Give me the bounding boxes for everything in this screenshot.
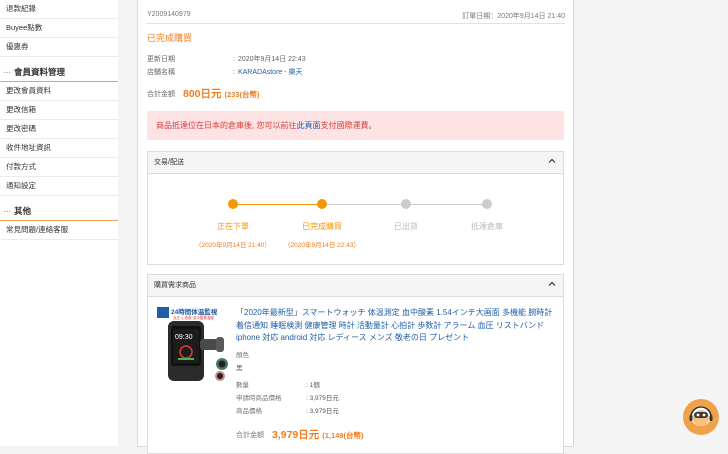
qty-row: 數量 : 1個 [236,382,320,389]
trade-shipping-panel: 交易/配送 正在下單 （2020年9月14日 21:40） 已完成購買 （2020年9… [147,151,564,265]
chat-support-icon [684,400,718,434]
color-value-row: 黑 [236,362,243,372]
price-row: 商品價格 : 3,979日元 [236,408,339,415]
order-total-row: 合計金額 800日元 (233(台幣) [147,88,259,100]
store-link[interactable]: KARADAstore - 樂天 [238,69,303,76]
update-date-label: 更新日期 [147,56,175,63]
purchase-item-panel: 購買需求商品 24時間体温監視 血圧·心拍数·血中酸素濃度 09:30 「202… [147,274,564,454]
update-date-row: 更新日期 :2020年9月14日 22:43 [147,56,306,63]
trade-panel-header[interactable]: 交易/配送 [148,152,563,174]
progress-step-label: 已出貨 [394,222,418,231]
update-date-value: 2020年9月14日 22:43 [237,56,306,63]
progress-track-segment [322,204,406,205]
chevron-up-icon[interactable] [548,152,556,173]
progress-step-date: （2020年9月14日 22:43） [284,242,360,249]
item-panel-title: 購買需求商品 [154,282,196,289]
member-section-title: 會員資料管理 [14,67,66,77]
item-total-label: 合計金額 [236,432,264,439]
order-total-twd: (233(台幣) [224,90,260,99]
sidebar-item-edit-profile[interactable]: 更改會員資料 [0,82,118,101]
notice-link[interactable]: 此頁面 [296,121,320,130]
notice-text-end: 支付國際運費。 [320,121,377,130]
chat-support-button[interactable] [683,399,719,435]
product-image[interactable]: 24時間体温監視 血圧·心拍数·血中酸素濃度 09:30 [156,306,229,384]
sidebar-item-buyee-points[interactable]: Buyee點數 [0,19,118,38]
order-date-label: 訂單日期 [462,13,491,20]
dots-icon: ··· [4,70,11,77]
progress-step-label: 抵達倉庫 [471,222,503,231]
price-label: 商品價格 [236,408,262,415]
color-value: 黑 [236,365,243,372]
sidebar-item-refund-history[interactable]: 退款紀錄 [0,0,118,19]
request-price-label: 申請時商品價格 [236,395,282,402]
sidebar-item-faq-contact[interactable]: 常見問題/連絡客服 [0,221,118,240]
dots-icon: ··· [4,209,11,216]
item-panel-header[interactable]: 購買需求商品 [148,275,563,297]
member-section-heading: ··· 會員資料管理 [0,63,118,82]
progress-step-dot [228,199,238,209]
progress-step-label: 正在下單 [217,222,249,231]
request-price-value: 3,979日元 [309,395,339,402]
store-row: 店舗名稱 : KARADAstore - 樂天 [147,69,303,76]
sidebar-item-payment-method[interactable]: 付款方式 [0,158,118,177]
other-section-title: 其他 [14,206,32,216]
warehouse-notice: 商品抵達位在日本的倉庫後, 您可以前往此頁面支付國際運費。 [147,111,564,140]
trade-panel-title: 交易/配送 [154,159,184,166]
color-row: 顏色 [236,349,249,359]
item-total-jpy: 3,979日元 [272,429,320,441]
divider [146,23,565,24]
other-section-heading: ··· 其他 [0,202,118,221]
progress-step-label: 已完成購買 [302,222,342,231]
sidebar-item-notification-settings[interactable]: 通知設定 [0,177,118,196]
order-date-value: 2020年9月14日 21:40 [497,13,565,20]
chevron-up-icon[interactable] [548,275,556,296]
qty-value: 1個 [309,382,320,389]
order-total-jpy: 800日元 [183,88,222,100]
price-value: 3,979日元 [309,408,339,415]
order-id: Y2009140979 [147,11,191,18]
product-title-link[interactable]: 「2020年最新型」スマートウォッチ 体温測定 血中酸素 1.54インチ大画面 … [236,307,561,345]
progress-step-dot [401,199,411,209]
sidebar-item-change-email[interactable]: 更改信箱 [0,101,118,120]
sidebar-item-change-password[interactable]: 更改密碼 [0,120,118,139]
progress-step-dot [317,199,327,209]
product-image-sub: 血圧·心拍数·血中酸素濃度 [173,315,214,320]
notice-text: 商品抵達位在日本的倉庫後, 您可以前往 [156,121,297,130]
store-label: 店舗名稱 [147,69,175,76]
progress-step-date: （2020年9月14日 21:40） [195,242,271,249]
item-total-row: 合計金額 3,979日元 (1,149(台幣) [236,429,363,441]
order-total-label: 合計金額 [147,91,175,98]
order-date: 訂單日期：2020年9月14日 21:40 [462,13,565,20]
color-label: 顏色 [236,352,249,359]
progress-track-segment [406,204,487,205]
qty-label: 數量 [236,382,249,389]
product-image-badge: 24時間体温監視 [171,307,218,316]
order-card: Y2009140979 訂單日期：2020年9月14日 21:40 已完成購買 … [137,0,574,454]
order-status: 已完成購買 [147,33,193,43]
sidebar-item-coupons[interactable]: 優惠券 [0,38,118,57]
progress-step-dot [482,199,492,209]
request-price-row: 申請時商品價格 : 3,979日元 [236,395,339,402]
product-image-time: 09:30 [175,334,193,341]
item-total-twd: (1,149(台幣) [322,431,364,440]
sidebar-item-shipping-address[interactable]: 收件地址資訊 [0,139,118,158]
sidebar: 退款紀錄 Buyee點數 優惠券 ··· 會員資料管理 更改會員資料 更改信箱 更… [0,0,118,446]
progress-track-segment [233,204,322,205]
